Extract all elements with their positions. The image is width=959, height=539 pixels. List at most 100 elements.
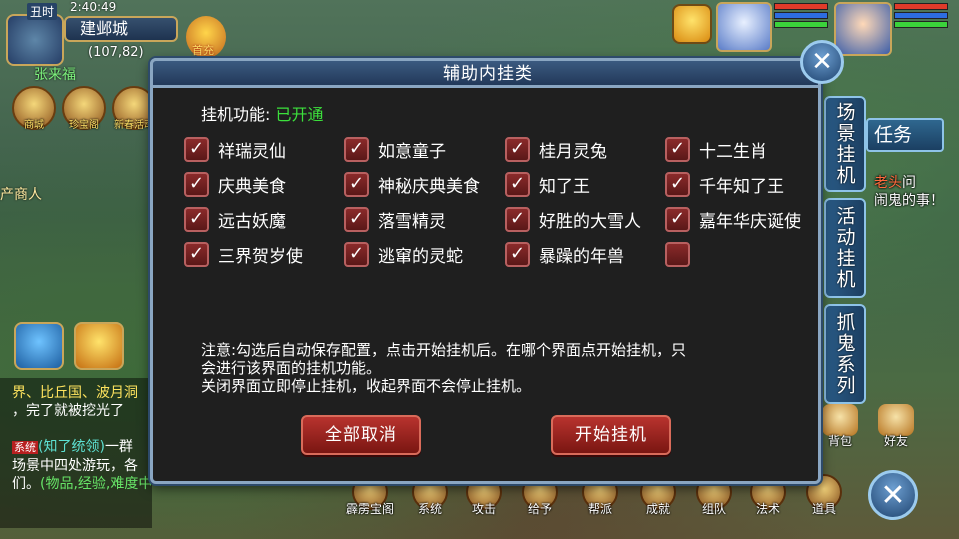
feature-status-value: 已开通 [275,105,324,124]
pet-portrait[interactable] [716,2,772,52]
chat-emote-button[interactable] [74,322,124,370]
chat-line: 界、比丘国、波月洞 [12,385,138,401]
chat-npc-name[interactable]: (知了统领) [38,439,105,455]
close-menu-button[interactable]: ✕ [868,470,918,520]
checkbox[interactable]: ✓ [344,136,369,162]
note-line: 会进行该界面的挂机功能。 [201,359,382,377]
checkbox[interactable]: ✓ [344,206,369,232]
tab-task[interactable]: 任务 [866,118,944,152]
pet-face-icon[interactable] [672,4,712,44]
shop-icon[interactable]: 商城 [12,86,56,131]
task-text-line2: 闹鬼的事！ [874,193,944,209]
option-item[interactable]: ✓ 千年知了王 [665,170,784,198]
option-item[interactable]: ✓ [665,240,699,268]
npc-name-label: 产商人 [0,187,42,203]
bag-button[interactable]: 背包 [818,404,862,450]
checkbox[interactable]: ✓ [184,241,209,267]
system-tag: 系统 [12,441,38,454]
checkbox-unchecked[interactable]: ✓ [665,241,690,267]
player-mp-bar [894,12,948,19]
option-label: 十二生肖 [699,141,767,162]
checkbox[interactable]: ✓ [184,136,209,162]
checkbox[interactable]: ✓ [184,171,209,197]
option-item[interactable]: ✓ 神秘庆典美食 [344,170,480,198]
option-item[interactable]: ✓ 十二生肖 [665,135,767,163]
option-label: 知了王 [539,176,590,197]
bottom-label: 帮派 [587,502,612,516]
auto-assist-dialog: 辅助内挂类 挂机功能: 已开通 ✓ 祥瑞灵仙 ✓ 如意童子 ✓ 桂月灵兔 ✓ 十二生肖 … [150,58,821,484]
option-item[interactable]: ✓ 好胜的大雪人 [505,205,641,233]
checkbox[interactable]: ✓ [505,136,530,162]
bottom-label: 法术 [755,502,780,516]
close-icon: ✕ [880,477,906,513]
option-item[interactable]: ✓ 逃窜的灵蛇 [344,240,463,268]
map-name[interactable]: 建邺城 [64,16,178,42]
checkbox[interactable]: ✓ [505,206,530,232]
checkbox[interactable]: ✓ [344,241,369,267]
option-item[interactable]: ✓ 暴躁的年兽 [505,240,624,268]
checkbox[interactable]: ✓ [665,206,690,232]
option-item[interactable]: ✓ 如意童子 [344,135,446,163]
checkbox[interactable]: ✓ [505,171,530,197]
player-portrait[interactable] [834,2,892,56]
option-label: 嘉年华庆诞使 [699,211,801,232]
treasure-icon[interactable]: 珍宝阁 [62,86,106,131]
option-item[interactable]: ✓ 祥瑞灵仙 [184,135,286,163]
map-coords: (107,82) [88,45,144,60]
checkbox[interactable]: ✓ [184,206,209,232]
chat-info-link[interactable]: (物品,经验,难度中) [40,476,152,492]
tab-scene-auto[interactable]: 场景挂机 [824,96,866,192]
player-name-label: 张来福 [34,67,76,83]
checkbox[interactable]: ✓ [665,171,690,197]
checkbox[interactable]: ✓ [505,241,530,267]
chat-line: 场景中四处游玩，各 [12,458,138,474]
friends-button[interactable]: 好友 [874,404,918,450]
chat-text: 们。 [12,476,40,492]
option-label: 暴躁的年兽 [539,246,624,267]
task-tracker-text[interactable]: 老头问 闹鬼的事！ [866,174,959,210]
option-label: 祥瑞灵仙 [218,141,286,162]
task-text-line1: 问 [902,175,916,191]
option-label: 千年知了王 [699,176,784,197]
pet-mp-bar [774,12,828,19]
shop-icon-row: 商城 珍宝阁 新春活动 [12,86,156,131]
chat-speech-button[interactable] [14,322,64,370]
dialog-close-button[interactable]: ✕ [800,40,844,84]
bottom-label: 系统 [417,502,442,516]
treasure-label: 珍宝阁 [69,120,99,131]
option-item[interactable]: ✓ 庆典美食 [184,170,286,198]
chat-log[interactable]: 界、比丘国、波月洞 ，完了就被挖光了 系统 (知了统领)一群 场景中四处游玩，各 … [0,378,152,528]
option-item[interactable]: ✓ 三界贺岁使 [184,240,303,268]
usage-note: 注意:勾选后自动保存配置，点击开始挂机后。在哪个界面点开始挂机，只 会进行该界面… [201,341,801,395]
option-label: 好胜的大雪人 [539,211,641,232]
first-recharge-label: 首充 [192,44,214,57]
option-item[interactable]: ✓ 远古妖魔 [184,205,286,233]
checkbox[interactable]: ✓ [665,136,690,162]
tab-ghost-series[interactable]: 抓鬼系列 [824,304,866,404]
option-item[interactable]: ✓ 落雪精灵 [344,205,446,233]
start-auto-button[interactable]: 开始挂机 [551,415,671,455]
note-line: 注意:勾选后自动保存配置，点击开始挂机后。在哪个界面点开始挂机，只 [201,341,687,359]
minimap[interactable] [6,14,64,66]
friends-label: 好友 [883,434,908,448]
note-line: 关闭界面立即停止挂机，收起界面不会停止挂机。 [201,377,532,395]
option-label: 落雪精灵 [378,211,446,232]
option-item[interactable]: ✓ 嘉年华庆诞使 [665,205,801,233]
option-label: 庆典美食 [218,176,286,197]
bottom-label: 组队 [701,502,726,516]
festival-label: 新春活动 [114,120,154,131]
dialog-header: 辅助内挂类 [150,58,821,88]
option-label: 如意童子 [378,141,446,162]
checkbox[interactable]: ✓ [344,171,369,197]
dialog-title: 辅助内挂类 [443,64,533,84]
chat-spacer [12,420,148,438]
cancel-all-button[interactable]: 全部取消 [301,415,421,455]
shop-label: 商城 [24,120,44,131]
pet-hp-bar [774,3,828,10]
close-icon: ✕ [811,47,833,77]
option-item[interactable]: ✓ 知了王 [505,170,590,198]
option-item[interactable]: ✓ 桂月灵兔 [505,135,607,163]
bottom-label: 霹雳宝阁 [346,502,395,516]
chat-text: 一群 [104,439,133,455]
tab-event-auto[interactable]: 活动挂机 [824,198,866,298]
